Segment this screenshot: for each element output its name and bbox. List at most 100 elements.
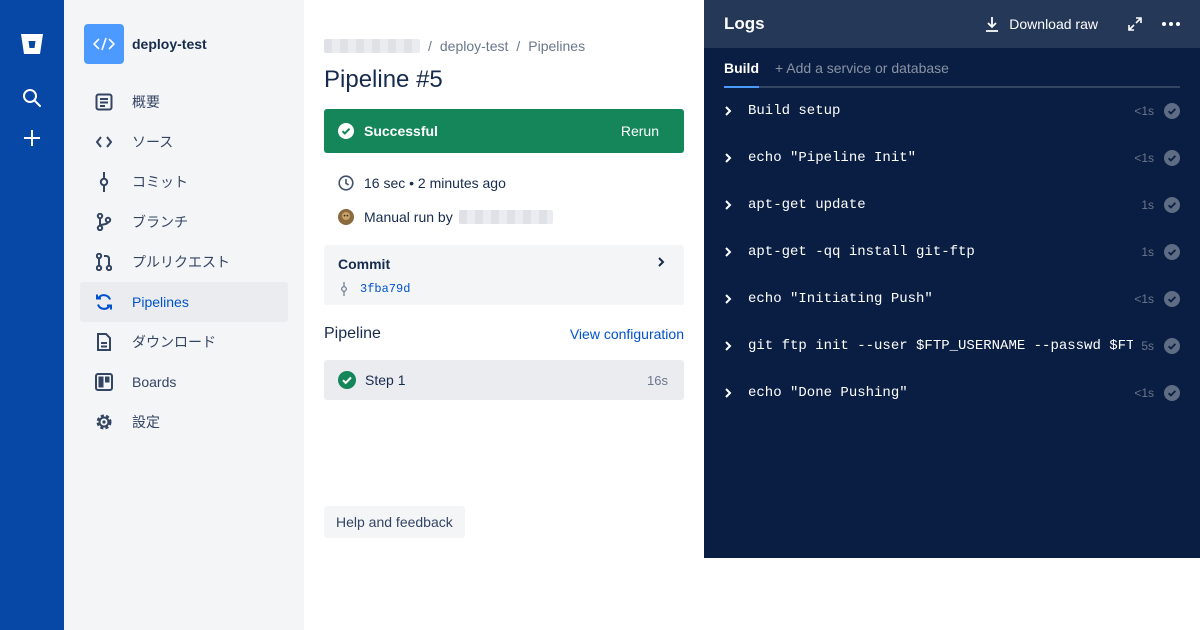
- log-step-row[interactable]: apt-get update 1s: [724, 190, 1180, 220]
- log-step-row[interactable]: echo "Pipeline Init" <1s: [724, 143, 1180, 173]
- commit-hash-link[interactable]: 3fba79d: [360, 282, 410, 296]
- boards-icon: [94, 372, 114, 392]
- sidebar-item-label: コミット: [132, 174, 188, 190]
- trigger-row: Manual run by: [338, 209, 553, 225]
- log-step-row[interactable]: Build setup <1s: [724, 96, 1180, 126]
- chevron-right-icon: [724, 152, 734, 164]
- commit-label: Commit: [338, 256, 391, 272]
- bitbucket-logo-icon[interactable]: [18, 30, 46, 58]
- pipeline-section-header: Pipeline View configuration: [324, 325, 684, 343]
- sidebar-item-label: Boards: [132, 374, 177, 390]
- chevron-right-icon[interactable]: [656, 255, 666, 269]
- chevron-right-icon: [724, 387, 734, 399]
- log-step-row[interactable]: apt-get -qq install git-ftp 1s: [724, 237, 1180, 267]
- log-step-row[interactable]: echo "Done Pushing" <1s: [724, 378, 1180, 408]
- sidebar-item-overview[interactable]: 概要: [80, 82, 288, 122]
- chevron-right-icon: [724, 293, 734, 305]
- breadcrumb: / deploy-test / Pipelines: [324, 38, 585, 54]
- sidebar-item-label: 概要: [132, 94, 160, 110]
- sidebar-item-pipelines[interactable]: Pipelines: [80, 282, 288, 322]
- step-success-icon: [1164, 291, 1180, 307]
- view-configuration-link[interactable]: View configuration: [570, 326, 684, 342]
- breadcrumb-separator: /: [516, 38, 521, 54]
- log-command: echo "Pipeline Init": [748, 150, 917, 166]
- chevron-right-icon: [724, 340, 734, 352]
- project-sidebar: deploy-test 概要 ソース コミット ブランチ プルリクエスト Pip…: [64, 0, 304, 630]
- log-command: apt-get -qq install git-ftp: [748, 244, 975, 260]
- trigger-user-redacted[interactable]: [458, 210, 553, 224]
- sidebar-item-label: ブランチ: [132, 214, 188, 230]
- project-name: deploy-test: [132, 36, 207, 52]
- chevron-right-icon: [724, 199, 734, 211]
- step-success-icon: [1164, 385, 1180, 401]
- step-success-icon: [1164, 244, 1180, 260]
- commit-icon: [341, 282, 347, 296]
- sidebar-item-commits[interactable]: コミット: [80, 162, 288, 202]
- commit-card[interactable]: Commit 3fba79d: [324, 245, 684, 305]
- download-raw-button[interactable]: Download raw: [985, 16, 1098, 32]
- chevron-right-icon: [724, 105, 734, 117]
- project-avatar-code-icon: [84, 24, 124, 64]
- sidebar-item-label: 設定: [132, 414, 160, 430]
- download-icon: [986, 17, 999, 32]
- settings-icon: [94, 412, 114, 432]
- log-duration: <1s: [1134, 292, 1154, 306]
- source-icon: [94, 132, 114, 152]
- logs-tabs: Build + Add a service or database: [724, 60, 1180, 88]
- sidebar-item-boards[interactable]: Boards: [80, 362, 288, 402]
- log-duration: 5s: [1141, 339, 1154, 353]
- more-options-icon[interactable]: [1162, 22, 1180, 26]
- rerun-button[interactable]: Rerun: [621, 123, 659, 139]
- breadcrumb-repo[interactable]: deploy-test: [440, 38, 508, 54]
- logs-panel: Logs Download raw Build + Add a service …: [704, 0, 1200, 558]
- tab-build[interactable]: Build: [724, 60, 759, 88]
- breadcrumb-pipelines[interactable]: Pipelines: [528, 38, 585, 54]
- pipeline-section-title: Pipeline: [324, 325, 381, 342]
- sidebar-item-label: プルリクエスト: [132, 254, 230, 270]
- sidebar-item-label: ダウンロード: [132, 334, 216, 350]
- status-bar: Successful Rerun: [324, 109, 684, 153]
- sidebar-item-downloads[interactable]: ダウンロード: [80, 322, 288, 362]
- commit-hash-row: 3fba79d: [340, 282, 410, 296]
- step-name: Step 1: [365, 372, 406, 388]
- create-plus-icon[interactable]: [18, 124, 46, 152]
- help-feedback-button[interactable]: Help and feedback: [324, 506, 465, 538]
- log-duration: 1s: [1141, 198, 1154, 212]
- chevron-right-icon: [724, 246, 734, 258]
- clock-icon: [338, 175, 354, 191]
- avatar: [338, 209, 354, 225]
- search-icon[interactable]: [18, 84, 46, 112]
- success-check-icon: [338, 123, 354, 139]
- step-duration: 16s: [647, 372, 668, 388]
- log-duration: <1s: [1134, 104, 1154, 118]
- sidebar-item-branches[interactable]: ブランチ: [80, 202, 288, 242]
- log-command: echo "Done Pushing": [748, 385, 908, 401]
- logs-title: Logs: [724, 14, 765, 33]
- log-step-row[interactable]: echo "Initiating Push" <1s: [724, 284, 1180, 314]
- breadcrumb-separator: /: [428, 38, 432, 54]
- branch-icon: [94, 212, 114, 232]
- sidebar-item-settings[interactable]: 設定: [80, 402, 288, 442]
- log-command: echo "Initiating Push": [748, 291, 933, 307]
- page-title: Pipeline #5: [324, 66, 443, 93]
- log-duration: <1s: [1134, 386, 1154, 400]
- breadcrumb-workspace-redacted[interactable]: [324, 39, 420, 53]
- pipelines-icon: [94, 292, 114, 312]
- sidebar-item-pull-requests[interactable]: プルリクエスト: [80, 242, 288, 282]
- sidebar-item-source[interactable]: ソース: [80, 122, 288, 162]
- expand-icon[interactable]: [1128, 17, 1142, 31]
- status-label: Successful: [364, 123, 438, 139]
- add-service-link[interactable]: + Add a service or database: [775, 60, 949, 76]
- project-header[interactable]: deploy-test: [84, 24, 207, 64]
- sidebar-item-label: ソース: [132, 134, 174, 150]
- step-success-icon: [1164, 338, 1180, 354]
- step-success-icon: [338, 371, 356, 389]
- pull-request-icon: [94, 252, 114, 272]
- log-step-row[interactable]: git ftp init --user $FTP_USERNAME --pass…: [724, 331, 1180, 361]
- logs-header: Logs Download raw: [704, 0, 1200, 48]
- pipeline-main: / deploy-test / Pipelines Pipeline #5 Su…: [324, 0, 684, 630]
- global-nav: [0, 0, 64, 630]
- sidebar-item-label: Pipelines: [132, 294, 189, 310]
- log-command: apt-get update: [748, 197, 866, 213]
- pipeline-step[interactable]: Step 1 16s: [324, 360, 684, 400]
